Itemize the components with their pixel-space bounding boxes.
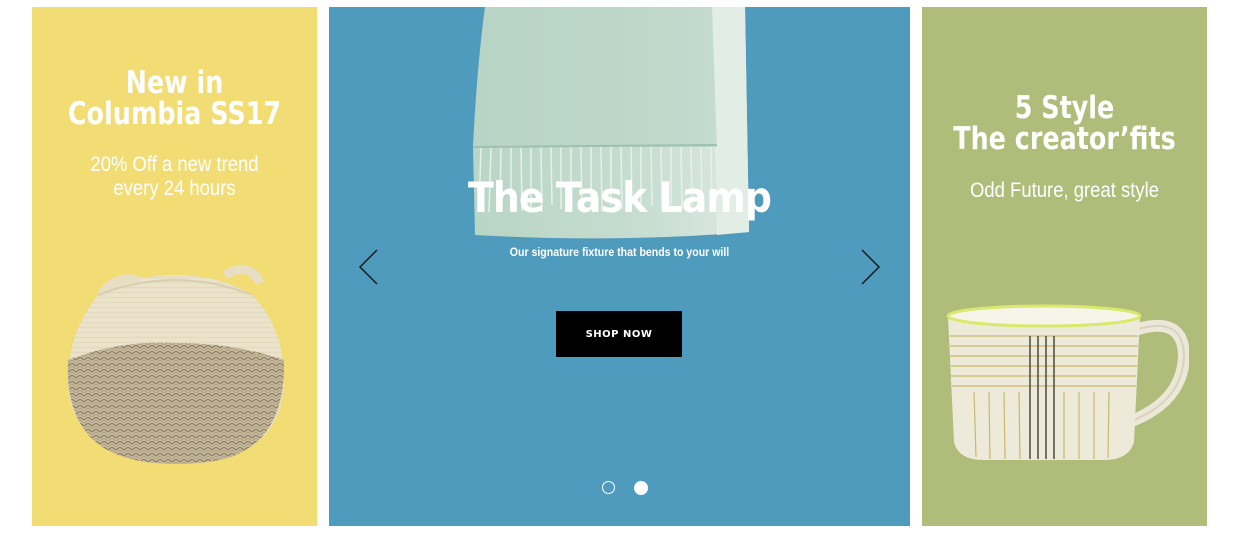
right-panel-subtitle: Odd Future, great style bbox=[969, 179, 1160, 202]
woven-basket-image bbox=[67, 265, 285, 464]
left-panel-subtitle: 20% Off a new trend every 24 hours bbox=[49, 153, 300, 201]
right-title-line2: The creator’fits bbox=[953, 121, 1176, 157]
left-subtitle-line2: every 24 hours bbox=[113, 177, 236, 200]
left-title-line2: Columbia SS17 bbox=[67, 96, 282, 132]
hero-title: The Task Lamp bbox=[467, 173, 772, 222]
right-panel-title: 5 Style The creator’fits bbox=[948, 93, 1182, 155]
left-panel-title: New in Columbia SS17 bbox=[58, 68, 292, 130]
chevron-left-icon[interactable] bbox=[357, 247, 381, 287]
hero-subtitle: Our signature fixture that bends to your… bbox=[509, 245, 730, 259]
slider-dot-1[interactable] bbox=[602, 481, 615, 494]
promo-panel-left[interactable]: New in Columbia SS17 20% Off a new trend… bbox=[32, 7, 317, 526]
promo-panel-right[interactable]: 5 Style The creator’fits Odd Future, gre… bbox=[922, 7, 1207, 526]
shop-now-button[interactable]: SHOP NOW bbox=[556, 311, 682, 357]
slider-dot-2-active[interactable] bbox=[634, 481, 648, 495]
hero-slider[interactable]: The Task Lamp Our signature fixture that… bbox=[329, 7, 910, 526]
left-subtitle-line1: 20% Off a new trend bbox=[90, 153, 259, 176]
right-title-line1: 5 Style bbox=[1014, 90, 1115, 126]
striped-mug-image bbox=[946, 304, 1189, 460]
left-title-line1: New in bbox=[125, 65, 224, 101]
chevron-right-icon[interactable] bbox=[858, 247, 882, 287]
